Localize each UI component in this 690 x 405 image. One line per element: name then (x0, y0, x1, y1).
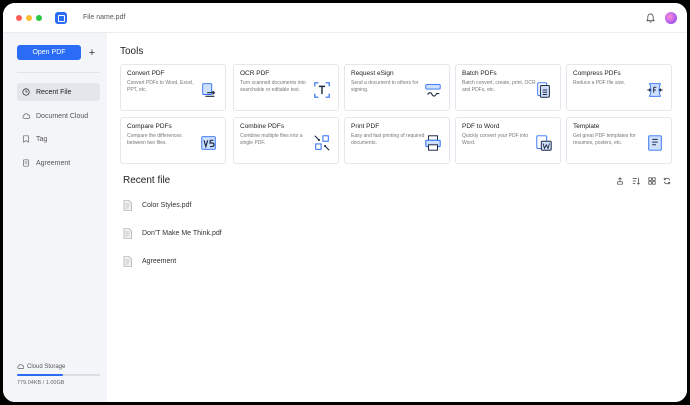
pdf-to-word-icon (536, 135, 552, 151)
card-title: PDF to Word (462, 123, 500, 130)
add-button[interactable]: + (85, 45, 99, 60)
print-icon (425, 135, 441, 151)
card-desc: Easy and fast printing of required docum… (351, 133, 425, 146)
card-desc: Quickly convert your PDF into Word. (462, 133, 529, 146)
sidebar-item-label: Tag (36, 135, 48, 143)
compare-icon (201, 136, 216, 150)
file-name: Agreement (142, 257, 177, 265)
recent-file-row[interactable]: Don'T Make Me Think.pdf (123, 226, 222, 240)
card-desc: Compare the differences between two file… (127, 133, 182, 146)
file-icon (123, 227, 132, 239)
convert-icon (202, 83, 216, 97)
cloud-icon (22, 113, 30, 119)
tool-card-batch-pdfs[interactable]: Batch PDFs Batch convert, create, print,… (455, 64, 561, 111)
sidebar-item-document-cloud[interactable]: Document Cloud (17, 107, 100, 125)
esign-icon (425, 84, 441, 97)
compress-icon (647, 83, 663, 97)
sort-icon[interactable] (632, 177, 640, 185)
upload-icon[interactable] (616, 177, 624, 185)
tools-title: Tools (120, 46, 144, 57)
card-desc: Batch convert, create, print, OCR and PD… (462, 80, 536, 93)
card-title: Request eSign (351, 70, 394, 77)
card-desc: Reduce a PDF file size. (573, 80, 626, 86)
bell-icon[interactable] (646, 13, 655, 23)
sidebar-divider (17, 72, 99, 73)
file-name: Don'T Make Me Think.pdf (142, 229, 222, 237)
tool-card-template[interactable]: Template Get great PDF templates for res… (566, 117, 672, 164)
card-desc: Convert PDFs to Word, Excel, PPT, etc. (127, 80, 194, 93)
sidebar-item-label: Agreement (36, 159, 71, 167)
combine-icon (314, 135, 330, 151)
cloud-storage-label: Cloud Storage (17, 363, 65, 370)
card-desc: Get great PDF templates for resumes, pos… (573, 133, 636, 146)
batch-icon (537, 82, 550, 98)
storage-progress-fill (17, 374, 63, 376)
card-title: Compress PDFs (573, 70, 621, 77)
sidebar-item-label: Recent File (36, 88, 72, 96)
tool-card-ocr-pdf[interactable]: OCR PDF Turn scanned documents into sear… (233, 64, 339, 111)
recent-file-row[interactable]: Agreement (123, 254, 176, 268)
avatar[interactable] (665, 12, 677, 24)
sidebar-item-agreement[interactable]: Agreement (17, 154, 100, 172)
app-logo-icon (55, 12, 67, 24)
tool-card-print-pdf[interactable]: Print PDF Easy and fast printing of requ… (344, 117, 450, 164)
refresh-icon[interactable] (663, 177, 671, 185)
sidebar-item-label: Document Cloud (36, 112, 89, 120)
clock-icon (22, 88, 30, 96)
tool-card-pdf-to-word[interactable]: PDF to Word Quickly convert your PDF int… (455, 117, 561, 164)
card-title: Combine PDFs (240, 123, 285, 130)
storage-progress-bar (17, 374, 100, 376)
storage-value: 779.04KB / 1.00GB (17, 380, 65, 386)
recent-file-row[interactable]: Color Styles.pdf (123, 198, 191, 212)
recent-file-title: Recent file (123, 175, 171, 186)
ocr-icon (314, 82, 330, 98)
main-content: Tools Convert PDF Convert PDFs to Word, … (107, 33, 687, 402)
tool-card-convert-pdf[interactable]: Convert PDF Convert PDFs to Word, Excel,… (120, 64, 226, 111)
sidebar-item-tag[interactable]: Tag (17, 130, 100, 148)
card-title: Template (573, 123, 600, 130)
tag-icon (23, 135, 29, 143)
open-pdf-button[interactable]: Open PDF (17, 45, 81, 60)
tool-card-combine-pdfs[interactable]: Combine PDFs Combine multiple files into… (233, 117, 339, 164)
card-title: Convert PDF (127, 70, 165, 77)
sidebar: Open PDF + Recent File Document Cloud Ta… (3, 33, 107, 402)
tool-card-request-esign[interactable]: Request eSign Send a document to others … (344, 64, 450, 111)
card-title: OCR PDF (240, 70, 270, 77)
close-window-button[interactable] (16, 15, 22, 21)
file-icon (123, 255, 132, 267)
grid-view-icon[interactable] (648, 177, 656, 185)
tool-card-compress-pdfs[interactable]: Compress PDFs Reduce a PDF file size. (566, 64, 672, 111)
card-title: Print PDF (351, 123, 380, 130)
cloud-icon (17, 364, 24, 369)
document-icon (23, 159, 29, 167)
maximize-window-button[interactable] (36, 15, 42, 21)
cloud-storage-text: Cloud Storage (27, 363, 66, 370)
card-desc: Combine multiple files into a single PDF… (240, 133, 303, 146)
template-icon (648, 135, 662, 151)
card-desc: Send a document to others for signing. (351, 80, 419, 93)
title-bar: File name.pdf (3, 3, 687, 33)
file-title: File name.pdf (83, 14, 126, 21)
minimize-window-button[interactable] (26, 15, 32, 21)
card-title: Batch PDFs (462, 70, 497, 77)
app-window: File name.pdf Open PDF + Recent File Doc… (3, 3, 687, 402)
file-name: Color Styles.pdf (142, 201, 192, 209)
card-desc: Turn scanned documents into searchable o… (240, 80, 306, 93)
card-title: Compare PDFs (127, 123, 172, 130)
tool-card-compare-pdfs[interactable]: Compare PDFs Compare the differences bet… (120, 117, 226, 164)
file-icon (123, 199, 132, 211)
sidebar-item-recent-file[interactable]: Recent File (17, 83, 100, 101)
